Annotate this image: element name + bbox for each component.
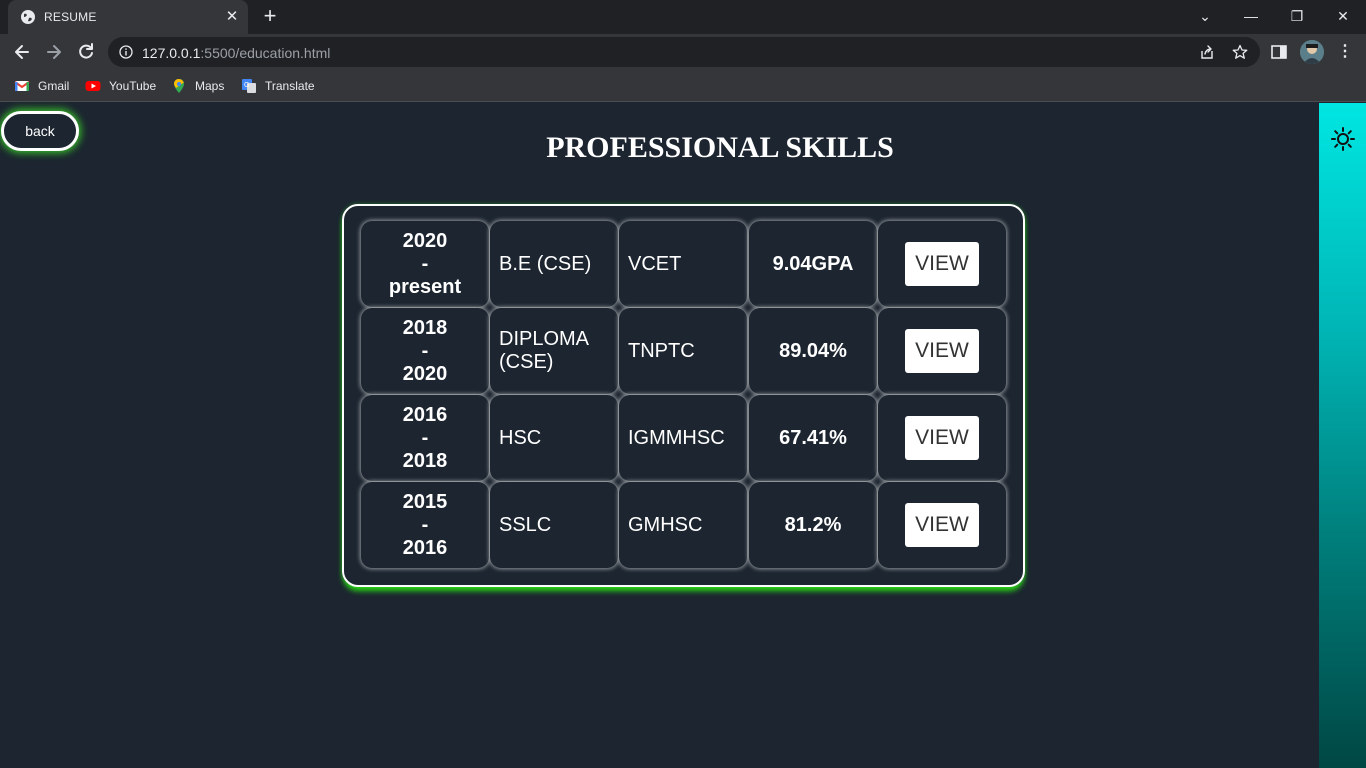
forward-arrow-icon[interactable] (41, 39, 67, 65)
reload-icon[interactable] (73, 39, 99, 65)
table-cell-institute: IGMMHSC (619, 395, 747, 481)
share-icon[interactable] (1199, 44, 1215, 60)
education-table: 2020- present B.E (CSE) VCET 9.04GPA VIEW… (342, 204, 1025, 587)
browser-toolbar: 127.0.0.1:5500/education.html ⋮ (0, 34, 1366, 70)
back-button[interactable]: back (1, 111, 79, 151)
theme-sidebar (1319, 103, 1366, 768)
table-cell-action: VIEW (878, 482, 1006, 568)
year-dash: - (421, 513, 429, 536)
table-cell-course: B.E (CSE) (490, 221, 618, 307)
table-cell-course: SSLC (490, 482, 618, 568)
bookmark-translate[interactable]: Translate (265, 77, 315, 95)
table-cell-years: 2020- present (361, 221, 489, 307)
table-cell-action: VIEW (878, 395, 1006, 481)
table-cell-years: 2018-2020 (361, 308, 489, 394)
site-info-icon[interactable] (119, 45, 133, 59)
bookmark-gmail[interactable]: Gmail (38, 77, 69, 95)
table-cell-institute: VCET (619, 221, 747, 307)
tab-close-icon[interactable]: ✕ (222, 7, 242, 27)
bookmark-maps[interactable]: Maps (195, 77, 224, 95)
table-cell-score: 67.41% (749, 395, 877, 481)
view-button[interactable]: VIEW (905, 242, 979, 286)
browser-menu-icon[interactable]: ⋮ (1335, 40, 1355, 64)
back-arrow-icon[interactable] (9, 39, 35, 65)
year-start: 2016 (402, 403, 448, 426)
table-cell-action: VIEW (878, 308, 1006, 394)
youtube-icon (85, 81, 101, 91)
view-button[interactable]: VIEW (905, 416, 979, 460)
table-cell-action: VIEW (878, 221, 1006, 307)
year-end: present (388, 275, 462, 298)
tab-search-button[interactable]: ⌄ (1182, 0, 1228, 32)
tab-strip: RESUME ✕ + ⌄ — ❐ ✕ (0, 0, 1366, 34)
year-start: 2020 (402, 229, 448, 252)
url-path: :5500/education.html (200, 45, 331, 61)
year-start: 2015 (402, 490, 448, 513)
year-end: 2018 (402, 449, 448, 472)
globe-icon (21, 10, 35, 24)
translate-icon: G (242, 79, 256, 93)
year-end: 2020 (402, 362, 448, 385)
table-cell-course: HSC (490, 395, 618, 481)
bookmark-youtube[interactable]: YouTube (109, 77, 156, 95)
table-cell-years: 2016-2018 (361, 395, 489, 481)
gmail-icon (14, 81, 30, 91)
browser-tab[interactable]: RESUME ✕ (8, 0, 248, 34)
bookmarks-bar: Gmail YouTube Maps G Translate (0, 70, 1366, 102)
table-cell-course: DIPLOMA (CSE) (490, 308, 618, 394)
maps-icon (174, 79, 184, 93)
table-cell-score: 9.04GPA (749, 221, 877, 307)
table-cell-institute: GMHSC (619, 482, 747, 568)
minimize-button[interactable]: — (1228, 0, 1274, 32)
window-close-button[interactable]: ✕ (1320, 0, 1366, 32)
profile-avatar[interactable] (1300, 40, 1324, 64)
address-bar[interactable]: 127.0.0.1:5500/education.html (108, 37, 1260, 67)
url-text: 127.0.0.1:5500/education.html (142, 45, 330, 61)
profile-picture-icon (1300, 40, 1324, 64)
table-cell-institute: TNPTC (619, 308, 747, 394)
view-button[interactable]: VIEW (905, 503, 979, 547)
table-cell-score: 89.04% (749, 308, 877, 394)
restore-button[interactable]: ❐ (1274, 0, 1320, 32)
svg-text:G: G (244, 82, 249, 89)
url-host: 127.0.0.1 (142, 45, 201, 61)
table-cell-score: 81.2% (749, 482, 877, 568)
tab-title: RESUME (44, 10, 97, 24)
year-dash: - (421, 426, 429, 449)
year-dash: - (421, 339, 429, 362)
page-content: back PROFESSIONAL SKILLS 2020- present B.… (0, 103, 1366, 768)
sun-icon[interactable] (1331, 127, 1355, 151)
year-end: 2016 (402, 536, 448, 559)
side-panel-icon[interactable] (1270, 43, 1288, 61)
year-dash: - (421, 252, 429, 275)
view-button[interactable]: VIEW (905, 329, 979, 373)
page-title: PROFESSIONAL SKILLS (546, 131, 894, 164)
table-cell-years: 2015-2016 (361, 482, 489, 568)
bookmark-star-icon[interactable] (1232, 44, 1248, 60)
year-start: 2018 (402, 316, 448, 339)
new-tab-button[interactable]: + (258, 5, 282, 29)
